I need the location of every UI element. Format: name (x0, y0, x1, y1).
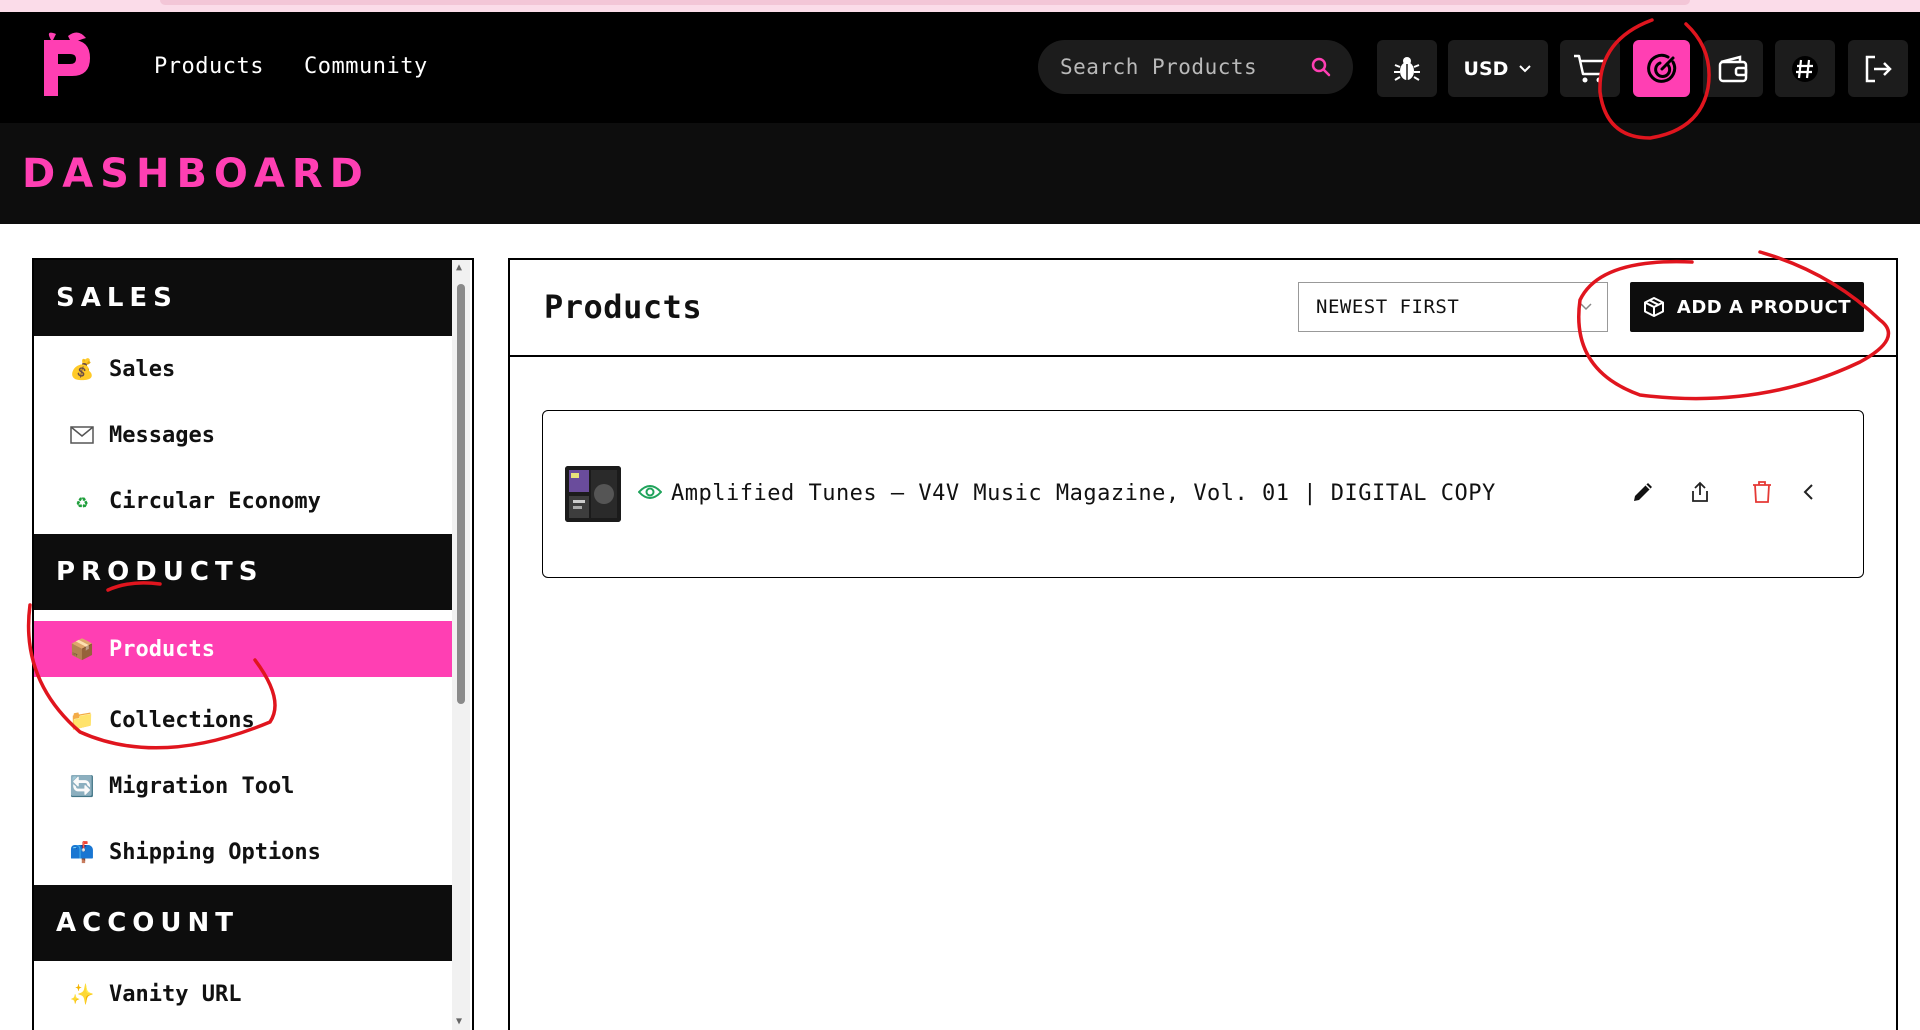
search-placeholder: Search Products (1060, 55, 1258, 79)
sidebar-item-label: Sales (109, 356, 176, 382)
sidebar-item-label: Vanity URL (109, 981, 242, 1007)
sidebar-item-label: Shipping Options (109, 839, 321, 865)
logout-button[interactable] (1848, 40, 1908, 97)
cart-button[interactable] (1560, 40, 1620, 97)
trash-icon[interactable] (1751, 480, 1773, 504)
sidebar-item-sales[interactable]: 💰 Sales (34, 336, 456, 402)
refresh-icon: 🔄 (69, 774, 95, 798)
dashboard-title-bar: DASHBOARD (0, 123, 1920, 224)
page-title: DASHBOARD (22, 151, 370, 197)
edit-pencil-icon[interactable] (1631, 480, 1655, 504)
share-icon[interactable] (1689, 480, 1711, 504)
dashboard-button[interactable] (1633, 40, 1690, 97)
sidebar-item-label: Messages (109, 422, 215, 448)
nostr-icon (1792, 55, 1818, 82)
sidebar-item-label: Circular Economy (109, 488, 321, 514)
sidebar-item-migration-tool[interactable]: 🔄 Migration Tool (34, 753, 456, 819)
chevron-left-icon[interactable] (1801, 480, 1817, 504)
bug-report-button[interactable] (1377, 40, 1437, 97)
add-product-label: ADD A PRODUCT (1676, 296, 1852, 318)
product-name[interactable]: Amplified Tunes – V4V Music Magazine, Vo… (671, 481, 1496, 506)
chevron-down-icon (1519, 64, 1532, 72)
sidebar-item-label: Migration Tool (109, 773, 295, 799)
sidebar: SALES 💰 Sales Messages ♻ Circular Econom… (32, 258, 474, 1030)
panel-header: Products NEWEST FIRST ADD A PRODUCT (510, 260, 1896, 357)
logo[interactable] (38, 32, 94, 100)
package-icon: 📦 (69, 637, 95, 661)
gauge-icon (1646, 53, 1676, 83)
scrollbar-thumb[interactable] (457, 284, 465, 704)
sparkles-icon: ✨ (69, 982, 95, 1006)
nav-products[interactable]: Products (154, 54, 264, 79)
browser-top-strip (0, 0, 1920, 12)
sort-value: NEWEST FIRST (1316, 296, 1460, 318)
sidebar-section-sales: SALES (34, 260, 456, 336)
money-bag-icon: 💰 (69, 357, 95, 381)
nostr-button[interactable] (1775, 40, 1835, 97)
search-icon[interactable] (1311, 57, 1331, 77)
sidebar-item-label: Collections (109, 707, 255, 733)
sidebar-section-account: ACCOUNT (34, 885, 456, 961)
sidebar-item-circular-economy[interactable]: ♻ Circular Economy (34, 468, 456, 534)
folder-icon: 📁 (69, 708, 95, 732)
cart-icon (1574, 54, 1607, 82)
chevron-down-icon (1580, 303, 1592, 311)
logout-icon (1865, 55, 1892, 82)
scroll-down-arrow-icon[interactable]: ▼ (456, 1016, 462, 1027)
top-header: Products Community Search Products USD (0, 12, 1920, 123)
browser-tab-edge (160, 0, 1690, 5)
panel-title: Products (544, 288, 703, 326)
bug-icon (1394, 56, 1420, 81)
wallet-button[interactable] (1703, 40, 1763, 97)
nav-community[interactable]: Community (304, 54, 428, 79)
envelope-icon (69, 422, 95, 448)
add-product-button[interactable]: ADD A PRODUCT (1630, 282, 1864, 332)
sidebar-item-products[interactable]: 📦 Products (34, 621, 456, 677)
currency-select[interactable]: USD (1448, 40, 1548, 97)
products-panel: Products NEWEST FIRST ADD A PRODUCT Ampl… (508, 258, 1898, 1030)
wallet-icon (1718, 54, 1748, 82)
sidebar-item-vanity-url[interactable]: ✨ Vanity URL (34, 961, 456, 1027)
product-thumbnail[interactable] (565, 466, 621, 522)
sidebar-item-label: Products (109, 636, 215, 662)
sidebar-section-products: PRODUCTS (34, 534, 456, 610)
recycle-icon: ♻ (75, 489, 89, 513)
sidebar-item-collections[interactable]: 📁 Collections (34, 687, 456, 753)
search-input[interactable]: Search Products (1038, 40, 1353, 94)
visible-eye-icon[interactable] (638, 483, 662, 501)
product-row[interactable]: Amplified Tunes – V4V Music Magazine, Vo… (542, 410, 1864, 578)
sidebar-item-shipping-options[interactable]: 📫 Shipping Options (34, 819, 456, 885)
currency-value: USD (1463, 57, 1509, 80)
scroll-up-arrow-icon[interactable]: ▲ (456, 262, 462, 273)
cube-icon (1643, 297, 1664, 317)
sidebar-item-messages[interactable]: Messages (34, 402, 456, 468)
mailbox-icon: 📫 (69, 840, 95, 864)
sort-select[interactable]: NEWEST FIRST (1298, 282, 1608, 332)
sidebar-scrollbar[interactable]: ▲ ▼ (452, 260, 470, 1030)
